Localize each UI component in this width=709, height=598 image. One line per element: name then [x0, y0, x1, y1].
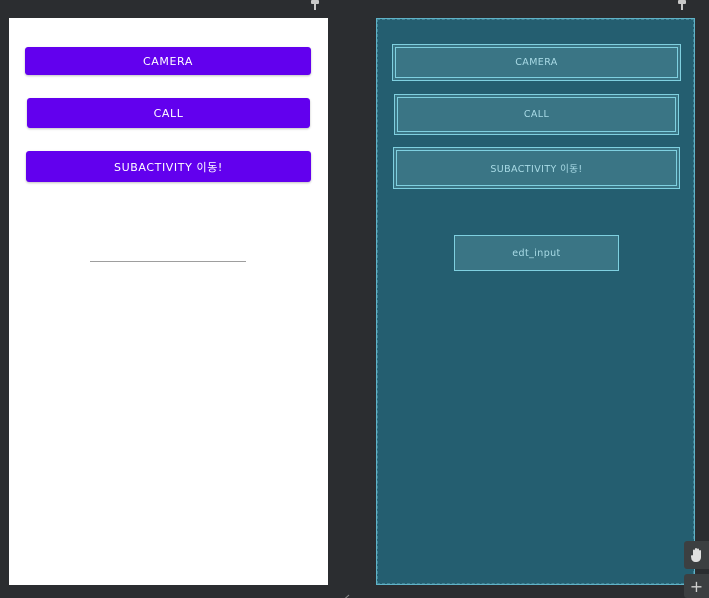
- edt-input-field[interactable]: [90, 261, 246, 262]
- camera-button[interactable]: CAMERA: [25, 47, 311, 75]
- blueprint-camera-button[interactable]: CAMERA: [392, 44, 681, 81]
- pin-icon[interactable]: [310, 0, 320, 10]
- resize-corner-icon[interactable]: [338, 588, 350, 598]
- hand-pan-icon[interactable]: [684, 541, 709, 569]
- layout-editor-canvas: CAMERA CALL SUBACTIVITY 이동! CAMERA CALL …: [0, 0, 709, 598]
- subactivity-button[interactable]: SUBACTIVITY 이동!: [26, 151, 311, 182]
- call-button[interactable]: CALL: [27, 98, 310, 128]
- design-preview[interactable]: CAMERA CALL SUBACTIVITY 이동!: [9, 18, 328, 585]
- blueprint-preview[interactable]: CAMERA CALL SUBACTIVITY 이동! edt_input: [376, 18, 695, 585]
- pin-icon[interactable]: [677, 0, 687, 10]
- blueprint-call-button[interactable]: CALL: [394, 94, 679, 135]
- blueprint-edt-input[interactable]: edt_input: [454, 235, 619, 271]
- blueprint-subactivity-button[interactable]: SUBACTIVITY 이동!: [393, 147, 680, 189]
- plus-icon[interactable]: +: [684, 574, 709, 598]
